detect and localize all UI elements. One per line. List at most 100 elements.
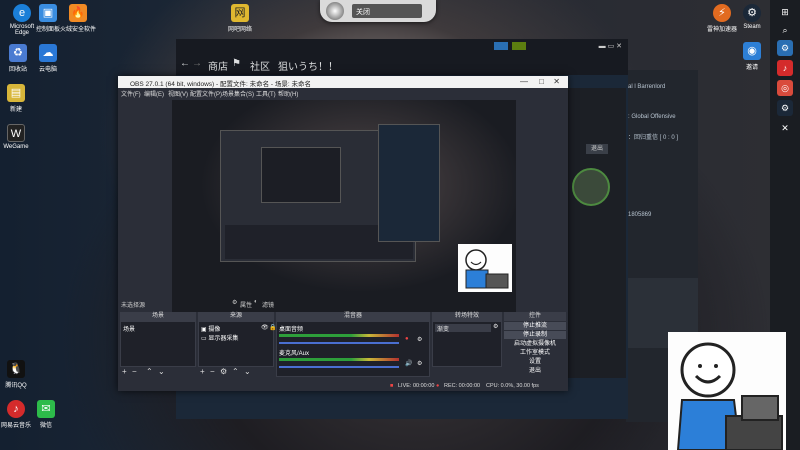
- studio-mode-button[interactable]: 工作室模式: [504, 349, 566, 357]
- menu-profile[interactable]: 配置文件(P): [190, 89, 222, 98]
- nav-flag-icon: ⚑: [232, 58, 241, 69]
- stop-recording-button[interactable]: 停止录制: [504, 331, 566, 339]
- netease-music-icon: ♪: [7, 400, 25, 418]
- speaker-icon[interactable]: 🔊: [405, 360, 412, 367]
- taskbar-steam-icon[interactable]: ⚙: [777, 40, 793, 56]
- exit-button[interactable]: 退出: [504, 367, 566, 375]
- controls-dock-header: 控件: [504, 312, 566, 321]
- nav-username[interactable]: 狙いうち！！: [278, 58, 338, 73]
- filters-button[interactable]: 滤镜: [262, 300, 274, 309]
- start-virtual-camera-button[interactable]: 启动虚拟摄像机: [504, 340, 566, 348]
- filter-icon[interactable]: ◐: [254, 299, 258, 305]
- mute-icon[interactable]: ●: [405, 336, 409, 342]
- transition-select[interactable]: 渐变: [435, 324, 491, 333]
- stop-streaming-button[interactable]: 停止推流: [504, 322, 566, 330]
- control-panel-icon: ▣: [39, 4, 57, 22]
- maximize-icon[interactable]: □: [539, 77, 544, 86]
- volume-slider-mic[interactable]: [279, 366, 399, 368]
- minimize-icon[interactable]: —: [520, 77, 528, 86]
- friend-id: 1805869: [628, 212, 652, 218]
- forward-arrow-icon[interactable]: →: [192, 58, 202, 69]
- menu-scene-collection[interactable]: 场景集合(S): [222, 89, 254, 98]
- preview-nested-obs-inner: [261, 147, 341, 203]
- webcam-overlay: [668, 332, 786, 450]
- mixer-dock-header: 混音器: [276, 312, 430, 321]
- desktop-icon-new-folder[interactable]: ▤ 新建: [0, 84, 36, 113]
- taskbar-steam2-icon[interactable]: ⚙: [777, 100, 793, 116]
- menu-help[interactable]: 帮助(H): [278, 89, 298, 98]
- scenes-toolbar: + − ⌃ ⌄: [120, 367, 196, 376]
- monitor-icon: ▭: [201, 336, 207, 342]
- nav-store[interactable]: 商店: [208, 58, 228, 73]
- scenes-dock: 场景: [120, 321, 196, 367]
- desktop-icon-wechat[interactable]: ✉ 微信: [26, 400, 66, 429]
- menu-view[interactable]: 视图(V): [168, 89, 188, 98]
- scene-item[interactable]: 场景: [123, 324, 135, 333]
- friend-name: al l Barrenlord: [628, 84, 666, 90]
- mic-settings-icon[interactable]: ⚙: [417, 360, 422, 367]
- desktop-icon-invite[interactable]: ◉ 邀请: [732, 42, 772, 71]
- sources-toolbar: + − ⚙ ⌃ ⌄: [198, 367, 274, 376]
- obs-window: OBS 27.0.1 (64 bit, windows) - 配置文件: 未命名…: [118, 76, 568, 391]
- no-source-selected: 未选择源: [121, 303, 146, 309]
- live-indicator-icon: ■: [390, 383, 394, 389]
- settings-button[interactable]: 设置: [504, 358, 566, 366]
- steam-notify-icon[interactable]: [494, 42, 508, 50]
- leishen-icon: ⚡: [713, 4, 731, 22]
- volume-slider-desktop[interactable]: [279, 342, 399, 344]
- volume-knob-icon[interactable]: [326, 2, 344, 20]
- nav-community[interactable]: 社区: [250, 58, 270, 73]
- volume-label: 关闭: [352, 4, 422, 18]
- volume-popup[interactable]: 关闭: [320, 0, 436, 22]
- steam-icon: ⚙: [743, 4, 761, 22]
- add-source-icon[interactable]: +: [200, 367, 205, 376]
- source-up-icon[interactable]: ⌃: [232, 367, 239, 376]
- cartoon-person-icon: [676, 342, 783, 450]
- add-icon[interactable]: +: [122, 367, 127, 376]
- taskbar-tool-icon[interactable]: ✕: [777, 120, 793, 136]
- steam-window-controls[interactable]: ▬ ▭ ✕: [599, 42, 622, 50]
- remove-icon[interactable]: −: [132, 367, 137, 376]
- cartoon-person-icon: [465, 249, 509, 289]
- gear-icon[interactable]: ⚙: [232, 299, 237, 306]
- invite-icon: ◉: [743, 42, 761, 60]
- obs-title: OBS 27.0.1 (64 bit, windows) - 配置文件: 未命名…: [130, 81, 311, 88]
- desktop-icon-cloud-pc[interactable]: ☁ 云电脑: [28, 44, 68, 73]
- source-settings-icon[interactable]: ⚙: [220, 367, 227, 376]
- desktop-icon-netcafe[interactable]: 网 网吧网络: [220, 4, 260, 33]
- properties-button[interactable]: 属性: [240, 300, 252, 309]
- eye-icon[interactable]: 👁: [261, 324, 269, 331]
- preview-webcam: [458, 244, 512, 292]
- avatar: [572, 168, 610, 206]
- source-down-icon[interactable]: ⌄: [244, 367, 251, 376]
- desktop-icon-steam[interactable]: ⚙ Steam: [732, 4, 772, 30]
- chat-exit-button[interactable]: 退出: [586, 144, 608, 154]
- back-arrow-icon[interactable]: ←: [180, 58, 190, 69]
- steam-wallet-button[interactable]: [512, 42, 526, 50]
- desktop-icon-qq[interactable]: 🐧 腾讯QQ: [0, 360, 36, 389]
- desktop-icon-wegame[interactable]: W WeGame: [0, 124, 36, 150]
- search-icon[interactable]: ⌕: [777, 22, 793, 38]
- windows-start-icon[interactable]: ⊞: [777, 4, 793, 20]
- wegame-icon: W: [7, 124, 25, 142]
- source-item-display[interactable]: ▭ 显示器采集: [201, 333, 238, 342]
- menu-edit[interactable]: 编辑(E): [144, 89, 164, 98]
- obs-preview[interactable]: [172, 100, 516, 312]
- game-status: : Global Offensive: [628, 114, 676, 120]
- sources-dock: ▣ 摄像 ▭ 显示器采集 👁 🔒: [198, 321, 276, 367]
- menu-file[interactable]: 文件(F): [121, 89, 141, 98]
- taskbar-chrome-icon[interactable]: ◎: [777, 80, 793, 96]
- cloud-pc-icon: ☁: [39, 44, 57, 62]
- transition-settings-icon[interactable]: ⚙: [493, 323, 498, 330]
- scenes-dock-header: 场景: [120, 312, 196, 321]
- taskbar-netease-icon[interactable]: ♪: [777, 60, 793, 76]
- move-down-icon[interactable]: ⌄: [158, 367, 165, 376]
- close-icon[interactable]: ✕: [553, 77, 560, 86]
- settings-icon[interactable]: ⚙: [417, 336, 422, 343]
- move-up-icon[interactable]: ⌃: [146, 367, 153, 376]
- desktop-icon-huorong[interactable]: 🔥 火绒安全软件: [58, 4, 98, 33]
- source-item-camera[interactable]: ▣ 摄像: [201, 324, 220, 333]
- preview-steam-window: [378, 124, 440, 242]
- remove-source-icon[interactable]: −: [210, 367, 215, 376]
- menu-tools[interactable]: 工具(T): [256, 89, 276, 98]
